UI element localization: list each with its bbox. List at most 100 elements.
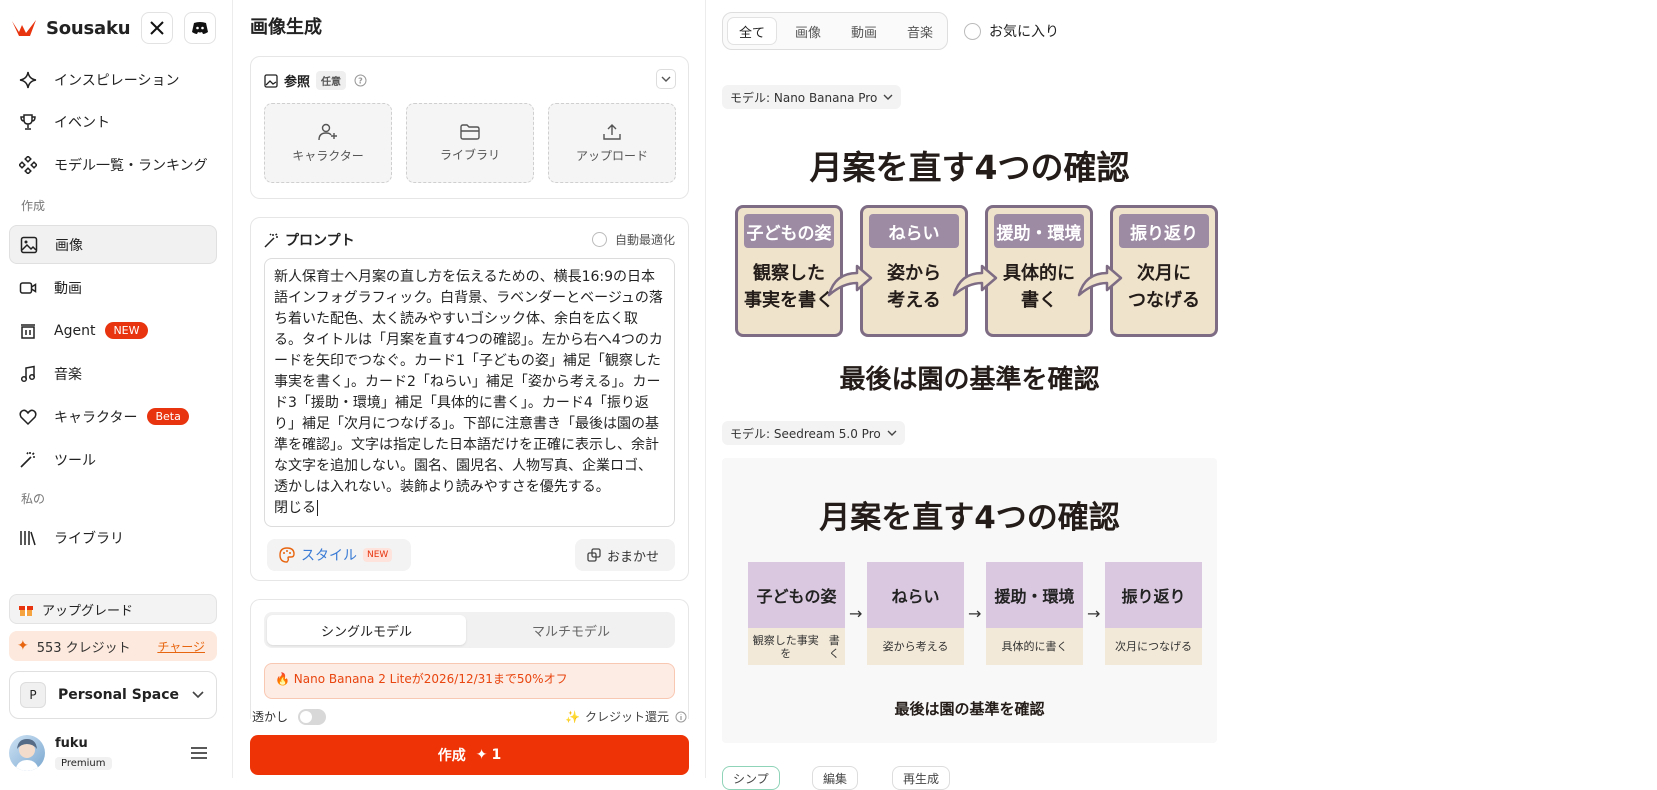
nav-label: ツール — [54, 452, 96, 469]
card-body: 次月につなげる — [1105, 628, 1202, 665]
action-label: 編集 — [823, 771, 848, 786]
trophy-icon — [18, 112, 38, 132]
nav-label: モデル一覧・ランキング — [54, 157, 208, 174]
card-heading: ねらい — [867, 562, 964, 628]
filter-tabs: 全て 画像 動画 音楽 — [722, 12, 948, 50]
chevron-down-icon — [883, 94, 893, 100]
wand-icon — [18, 450, 38, 470]
curved-arrow-icon — [952, 264, 998, 297]
nav-label: Agent — [54, 322, 96, 339]
card-body: 次月につなげる — [1128, 263, 1200, 311]
library-ref-button[interactable]: ライブラリ — [406, 103, 534, 183]
user-profile[interactable]: fuku Premium — [9, 733, 221, 773]
character-ref-button[interactable]: キャラクター — [264, 103, 392, 183]
generator-panel: 画像生成 参照 任意 ? キャラクター ライブラリ アップロード プロンプト 自… — [233, 0, 706, 778]
tab-single-model[interactable]: シングルモデル — [267, 615, 466, 645]
nav-image[interactable]: 画像 — [9, 225, 217, 264]
image-footer: 最後は園の基準を確認 — [839, 365, 1100, 395]
ref-box-label: ライブラリ — [439, 147, 500, 162]
agent-icon — [18, 321, 38, 341]
x-button[interactable] — [141, 12, 173, 44]
watermark-toggle[interactable]: 透かし — [252, 708, 327, 725]
card-heading: ねらい — [869, 214, 959, 248]
style-label: スタイル — [301, 548, 357, 564]
section-mine-label: 私の — [21, 492, 46, 506]
prompt-card: プロンプト 自動最適化 新人保育士へ月案の直し方を伝えるための、横長16:9の日… — [250, 217, 689, 581]
info-card: 振り返り 次月につなげる — [1110, 205, 1218, 337]
logo-icon — [10, 17, 38, 39]
add-user-icon — [318, 123, 338, 141]
generated-image[interactable]: 月案を直す4つの確認 子どもの姿 観察した 事実を書く ねらい 姿から 考える 援助… — [722, 115, 1218, 404]
chevron-down-icon — [192, 691, 204, 699]
favorites-filter[interactable]: お気に入り — [964, 21, 1059, 41]
upload-ref-button[interactable]: アップロード — [548, 103, 676, 183]
nav-tools[interactable]: ツール — [9, 440, 217, 479]
tab-video[interactable]: 動画 — [838, 17, 890, 45]
discord-button[interactable] — [184, 12, 216, 44]
menu-icon[interactable] — [191, 747, 207, 759]
nav-label: イベント — [54, 114, 110, 131]
nav-label: キャラクター — [54, 409, 138, 426]
model-selector[interactable]: モデル: Seedream 5.0 Pro — [722, 421, 905, 445]
brand[interactable]: Sousaku — [10, 12, 131, 44]
collapse-button[interactable] — [656, 69, 676, 89]
model-card: シングルモデル マルチモデル 🔥 Nano Banana 2 Liteが2026… — [250, 599, 689, 719]
upgrade-button[interactable]: アップグレード — [9, 594, 217, 624]
nav-video[interactable]: 動画 — [9, 268, 217, 307]
nav-event[interactable]: イベント — [9, 102, 217, 141]
charge-link[interactable]: チャージ — [157, 638, 205, 655]
tab-image[interactable]: 画像 — [782, 17, 834, 45]
info-card: 振り返り 次月につなげる — [1105, 562, 1202, 665]
sparkle-icon — [18, 70, 38, 90]
nav-label: ライブラリ — [54, 530, 124, 547]
user-name: fuku — [55, 736, 88, 751]
nav-library[interactable]: ライブラリ — [9, 518, 217, 557]
credit-count: 553 クレジット — [36, 640, 131, 656]
video-icon — [18, 278, 38, 298]
nav-inspiration[interactable]: インスピレーション — [9, 60, 217, 99]
tab-music[interactable]: 音楽 — [894, 17, 946, 45]
image-footer: 最後は園の基準を確認 — [894, 700, 1045, 718]
create-button[interactable]: 作成 ✦ 1 — [250, 735, 689, 775]
generated-image[interactable]: 月案を直す4つの確認 子どもの姿 観察した事実を 書く → ねらい 姿から考える … — [722, 458, 1217, 743]
gift-icon — [18, 601, 34, 617]
nav-models[interactable]: モデル一覧・ランキング — [9, 145, 217, 184]
nav-character[interactable]: キャラクター Beta — [9, 397, 217, 436]
gallery: 全て 画像 動画 音楽 お気に入り モデル: Nano Banana Pro 月… — [706, 0, 1657, 790]
ref-box-label: アップロード — [575, 148, 648, 163]
help-icon[interactable]: ? — [354, 74, 367, 87]
image-title: 月案を直す4つの確認 — [819, 500, 1120, 536]
models-icon — [18, 155, 38, 175]
model-selector[interactable]: モデル: Nano Banana Pro — [722, 85, 902, 109]
ref-box-label: キャラクター — [292, 148, 364, 163]
prompt-textarea[interactable]: 新人保育士へ月案の直し方を伝えるための、横長16:9の日本語インフォグラフィック… — [264, 258, 675, 527]
info-icon[interactable] — [675, 711, 687, 723]
checkbox[interactable] — [964, 22, 981, 40]
auto-optimize-label: 自動最適化 — [614, 233, 675, 247]
tab-all[interactable]: 全て — [727, 17, 777, 45]
checkbox[interactable] — [591, 232, 607, 247]
action-tab[interactable]: シンプ — [722, 766, 780, 790]
omakase-button[interactable]: おまかせ — [575, 539, 675, 571]
auto-optimize-toggle[interactable]: 自動最適化 — [591, 231, 675, 248]
card-heading: 振り返り — [1119, 214, 1209, 248]
image-title: 月案を直す4つの確認 — [809, 148, 1130, 187]
credit-return: ✨ クレジット還元 — [565, 708, 687, 725]
tab-multi-model[interactable]: マルチモデル — [470, 615, 672, 645]
action-tab[interactable]: 再生成 — [892, 766, 951, 790]
palette-icon — [279, 547, 295, 563]
prompt-text: 新人保育士へ月案の直し方を伝えるための、横長16:9の日本語インフォグラフィック… — [274, 269, 663, 495]
model-label: モデル: Seedream 5.0 Pro — [730, 426, 881, 441]
nav-label: 画像 — [55, 237, 83, 254]
close-text: 閉じる — [274, 500, 316, 516]
arrow-right-icon: → — [1087, 604, 1101, 623]
style-button[interactable]: スタイル NEW — [267, 539, 411, 571]
optional-tag: 任意 — [316, 71, 347, 90]
toggle-switch[interactable] — [298, 708, 327, 725]
action-tab[interactable]: 編集 — [812, 766, 859, 790]
new-badge: NEW — [105, 322, 148, 339]
space-selector[interactable]: P Personal Space — [9, 671, 217, 719]
nav-agent[interactable]: Agent NEW — [9, 311, 217, 350]
curved-arrow-icon — [1077, 264, 1123, 297]
nav-music[interactable]: 音楽 — [9, 354, 217, 393]
